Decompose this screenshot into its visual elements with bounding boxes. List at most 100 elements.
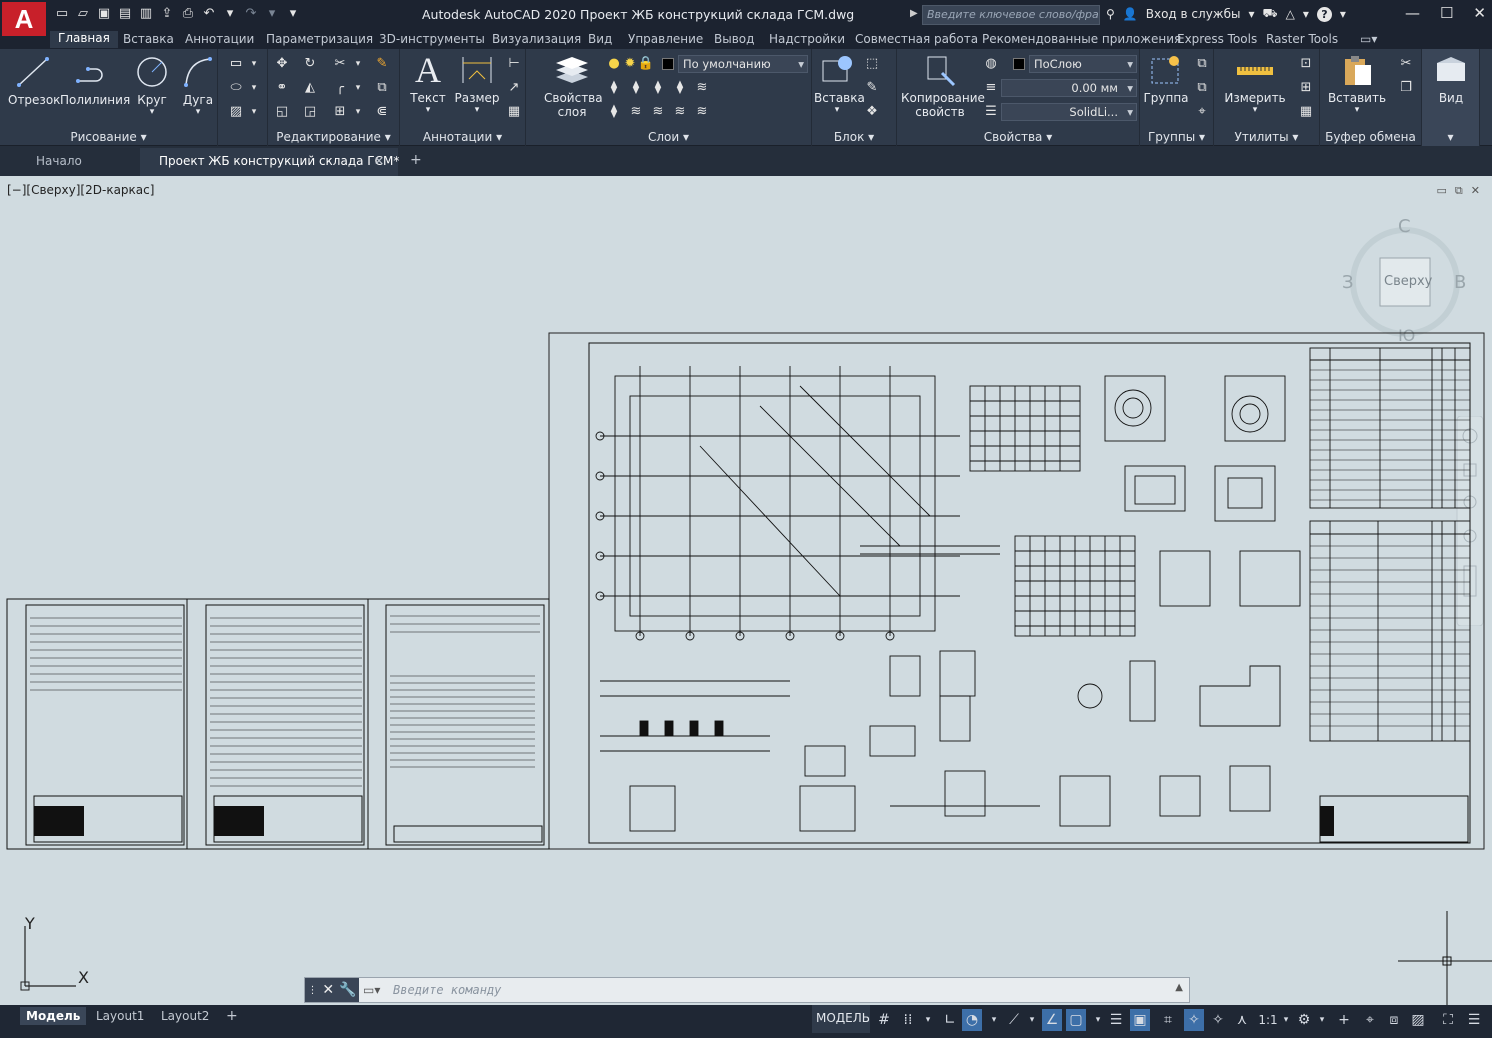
scale-dropdown-icon[interactable]: ▾ <box>1276 1009 1296 1031</box>
redo-icon[interactable]: ↷ <box>243 6 259 22</box>
osnap-dropdown-icon[interactable]: ▾ <box>1088 1009 1108 1031</box>
arc-button[interactable]: Дуга ▾ <box>178 55 218 117</box>
tab-start[interactable]: Начало <box>36 154 82 168</box>
layer-lock2-icon[interactable]: ⧫ <box>670 79 690 97</box>
layer-off-icon[interactable]: ⧫ <box>648 79 668 97</box>
circle-button[interactable]: Круг ▾ <box>132 55 172 117</box>
panel-annotation-label[interactable]: Аннотации ▾ <box>400 130 525 144</box>
view-expand-icon[interactable]: ▾ <box>1422 130 1479 144</box>
viewport-controls-label[interactable]: [−][Сверху][2D-каркас] <box>7 183 154 197</box>
user-icon[interactable]: 👤 <box>1123 7 1138 21</box>
tab-parametric[interactable]: Параметризация <box>266 32 373 46</box>
line-button[interactable]: Отрезок <box>8 55 60 107</box>
panel-utilities-label[interactable]: Утилиты ▾ <box>1214 130 1319 144</box>
graphics-performance-icon[interactable]: ▨ <box>1408 1009 1428 1031</box>
clean-screen-icon[interactable]: ⛶ <box>1438 1009 1458 1031</box>
scale-icon[interactable]: ◲ <box>300 103 320 121</box>
vp-restore-icon[interactable]: ⧉ <box>1455 184 1463 198</box>
command-history-icon[interactable]: ▭▾ <box>363 983 380 997</box>
undo-dropdown-icon[interactable]: ▾ <box>222 6 238 22</box>
undo-icon[interactable]: ↶ <box>201 6 217 22</box>
layer-thaw-icon[interactable]: ≋ <box>692 103 712 121</box>
model-space-toggle[interactable]: МОДЕЛЬ <box>816 1011 870 1025</box>
help-icon[interactable]: ? <box>1316 6 1332 22</box>
tab-output[interactable]: Вывод <box>714 32 754 46</box>
redo-dropdown-icon[interactable]: ▾ <box>264 6 280 22</box>
close-command-icon[interactable]: ✕ <box>322 982 334 998</box>
open-icon[interactable]: ▱ <box>75 6 91 22</box>
layer-dropdown[interactable]: По умолчанию <box>678 55 808 73</box>
app-dropdown-icon[interactable]: ▾ <box>1303 7 1309 21</box>
rectangle-dropdown-icon[interactable]: ▾ <box>244 55 264 73</box>
tab-document[interactable]: Проект ЖБ конструкций склада ГСМ* <box>159 154 399 168</box>
search-input[interactable]: Введите ключевое слово/фразу <box>922 5 1100 25</box>
paste-dropdown-icon[interactable]: ▾ <box>1326 105 1388 115</box>
circle-dropdown-icon[interactable]: ▾ <box>132 107 172 117</box>
group-edit-icon[interactable]: ⧉ <box>1192 79 1212 97</box>
new-tab-icon[interactable]: + <box>410 152 422 168</box>
color-wheel-icon[interactable]: ◍ <box>981 55 1001 73</box>
object-snap-tracking-icon[interactable]: ∠ <box>1042 1009 1062 1031</box>
viewcube-face[interactable]: Сверху <box>1384 274 1432 289</box>
customize-status-icon[interactable]: ☰ <box>1464 1009 1484 1031</box>
customize-wrench-icon[interactable]: 🔧 <box>339 982 356 998</box>
drawing-viewport[interactable]: [−][Сверху][2D-каркас] ▭ ⧉ ✕ Сверху С Ю … <box>0 176 1492 1005</box>
layer-unisolate-icon[interactable]: ⧫ <box>626 79 646 97</box>
panel-modify-label[interactable]: Редактирование ▾ <box>268 130 399 144</box>
layer-state-icon[interactable]: ⧫ <box>604 103 624 121</box>
group-button[interactable]: Группа <box>1142 53 1190 105</box>
grid-icon[interactable]: # <box>874 1009 894 1031</box>
tab-view[interactable]: Вид <box>588 32 612 46</box>
mirror-icon[interactable]: ◭ <box>300 79 320 97</box>
explode-icon[interactable]: ⧉ <box>372 79 392 97</box>
view-button[interactable]: Вид <box>1428 53 1474 105</box>
calculator-icon[interactable]: ▦ <box>1296 103 1316 121</box>
match-properties-button[interactable]: Копирование свойств <box>901 53 985 119</box>
annotation-visibility-icon[interactable]: ✧ <box>1184 1009 1204 1031</box>
panel-block-label[interactable]: Блок ▾ <box>812 130 896 144</box>
array-icon[interactable]: ⊞ <box>330 103 350 121</box>
viewcube-east[interactable]: В <box>1454 272 1466 293</box>
lineweight-toggle-icon[interactable]: ☰ <box>1106 1009 1126 1031</box>
erase-icon[interactable]: ✎ <box>372 55 392 73</box>
search-expand-icon[interactable]: ▶ <box>910 8 918 19</box>
cart-icon[interactable]: ⛟ <box>1263 6 1278 22</box>
polar-dropdown-icon[interactable]: ▾ <box>984 1009 1004 1031</box>
hatch-icon[interactable]: ▨ <box>226 103 246 121</box>
snap-dropdown-icon[interactable]: ▾ <box>918 1009 938 1031</box>
linetype-icon[interactable]: ☰ <box>981 103 1001 121</box>
selection-cycling-icon[interactable]: ⌗ <box>1158 1009 1178 1031</box>
quick-properties-icon[interactable]: ⧈ <box>1384 1009 1404 1031</box>
layer-properties-button[interactable]: Свойства слоя <box>540 53 604 119</box>
polar-icon[interactable]: ◔ <box>962 1009 982 1031</box>
add-layout-icon[interactable]: + <box>220 1007 244 1025</box>
text-dropdown-icon[interactable]: ▾ <box>408 105 448 115</box>
tab-addins[interactable]: Надстройки <box>769 32 845 46</box>
measure-dropdown-icon[interactable]: ▾ <box>1220 105 1290 115</box>
transparency-icon[interactable]: ▣ <box>1130 1009 1150 1031</box>
trim-icon[interactable]: ✂ <box>330 55 350 73</box>
quick-select-icon[interactable]: ⊡ <box>1296 55 1316 73</box>
save-icon[interactable]: ▣ <box>96 6 112 22</box>
plot-icon[interactable]: ⎙ <box>180 6 196 22</box>
command-input[interactable]: Введите команду <box>393 983 501 997</box>
dimension-button[interactable]: Размер ▾ <box>454 53 500 115</box>
lineweight-icon[interactable]: ≡ <box>981 79 1001 97</box>
fillet-dropdown-icon[interactable]: ▾ <box>348 79 368 97</box>
auto-scale-icon[interactable]: ✧ <box>1208 1009 1228 1031</box>
linetype-dropdown[interactable]: SolidLi... <box>1001 103 1137 121</box>
ellipse-dropdown-icon[interactable]: ▾ <box>244 79 264 97</box>
help-dropdown-icon[interactable]: ▾ <box>1340 7 1346 21</box>
autodesk-app-icon[interactable]: △ <box>1286 7 1295 21</box>
maximize-icon[interactable]: ☐ <box>1440 4 1453 22</box>
fillet-icon[interactable]: ╭ <box>330 79 350 97</box>
isodraft-dropdown-icon[interactable]: ▾ <box>1022 1009 1042 1031</box>
tab-insert[interactable]: Вставка <box>123 32 174 46</box>
ortho-icon[interactable]: ∟ <box>940 1009 960 1031</box>
autocad-logo-button[interactable]: A <box>2 2 46 36</box>
text-button[interactable]: A Текст ▾ <box>408 52 448 115</box>
new-icon[interactable]: ▭ <box>54 6 70 22</box>
tab-raster-tools[interactable]: Raster Tools <box>1266 32 1338 46</box>
leader-icon[interactable]: ↗ <box>504 79 524 97</box>
select-all-icon[interactable]: ⊞ <box>1296 79 1316 97</box>
